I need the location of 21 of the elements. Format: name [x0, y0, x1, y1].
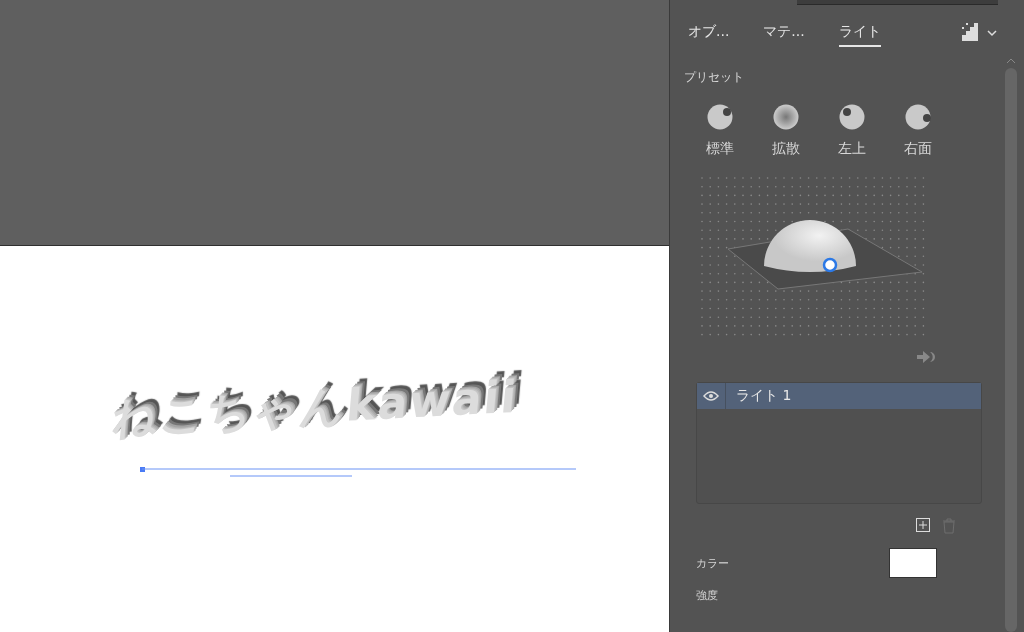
intensity-label: 強度 — [696, 589, 718, 602]
light-preset[interactable]: 左上 — [828, 104, 876, 158]
light-preset-icon — [773, 104, 799, 130]
presets-heading: プリセット — [684, 69, 745, 86]
light-preset-icon — [905, 104, 931, 130]
light-preset[interactable]: 標準 — [696, 104, 744, 158]
panel-tab[interactable]: オブ... — [688, 19, 730, 47]
color-swatch[interactable] — [889, 548, 937, 578]
extruded-3d-text: ねこちゃんkawaii — [110, 374, 520, 441]
light-preset[interactable]: 右面 — [894, 104, 942, 158]
add-icon[interactable] — [916, 518, 930, 532]
light-preset[interactable]: 拡散 — [762, 104, 810, 158]
panel-tab[interactable]: マテ... — [763, 19, 805, 47]
stair-icon[interactable] — [960, 23, 980, 43]
light-preset-icon — [839, 104, 865, 130]
color-label: カラー — [696, 555, 729, 571]
light-preset-icon — [707, 104, 733, 130]
eye-icon[interactable] — [703, 391, 719, 401]
chevron-down-icon[interactable] — [986, 27, 998, 39]
panel-tab[interactable]: ライト — [838, 19, 881, 47]
light-row[interactable]: ライト 1 — [697, 383, 981, 409]
